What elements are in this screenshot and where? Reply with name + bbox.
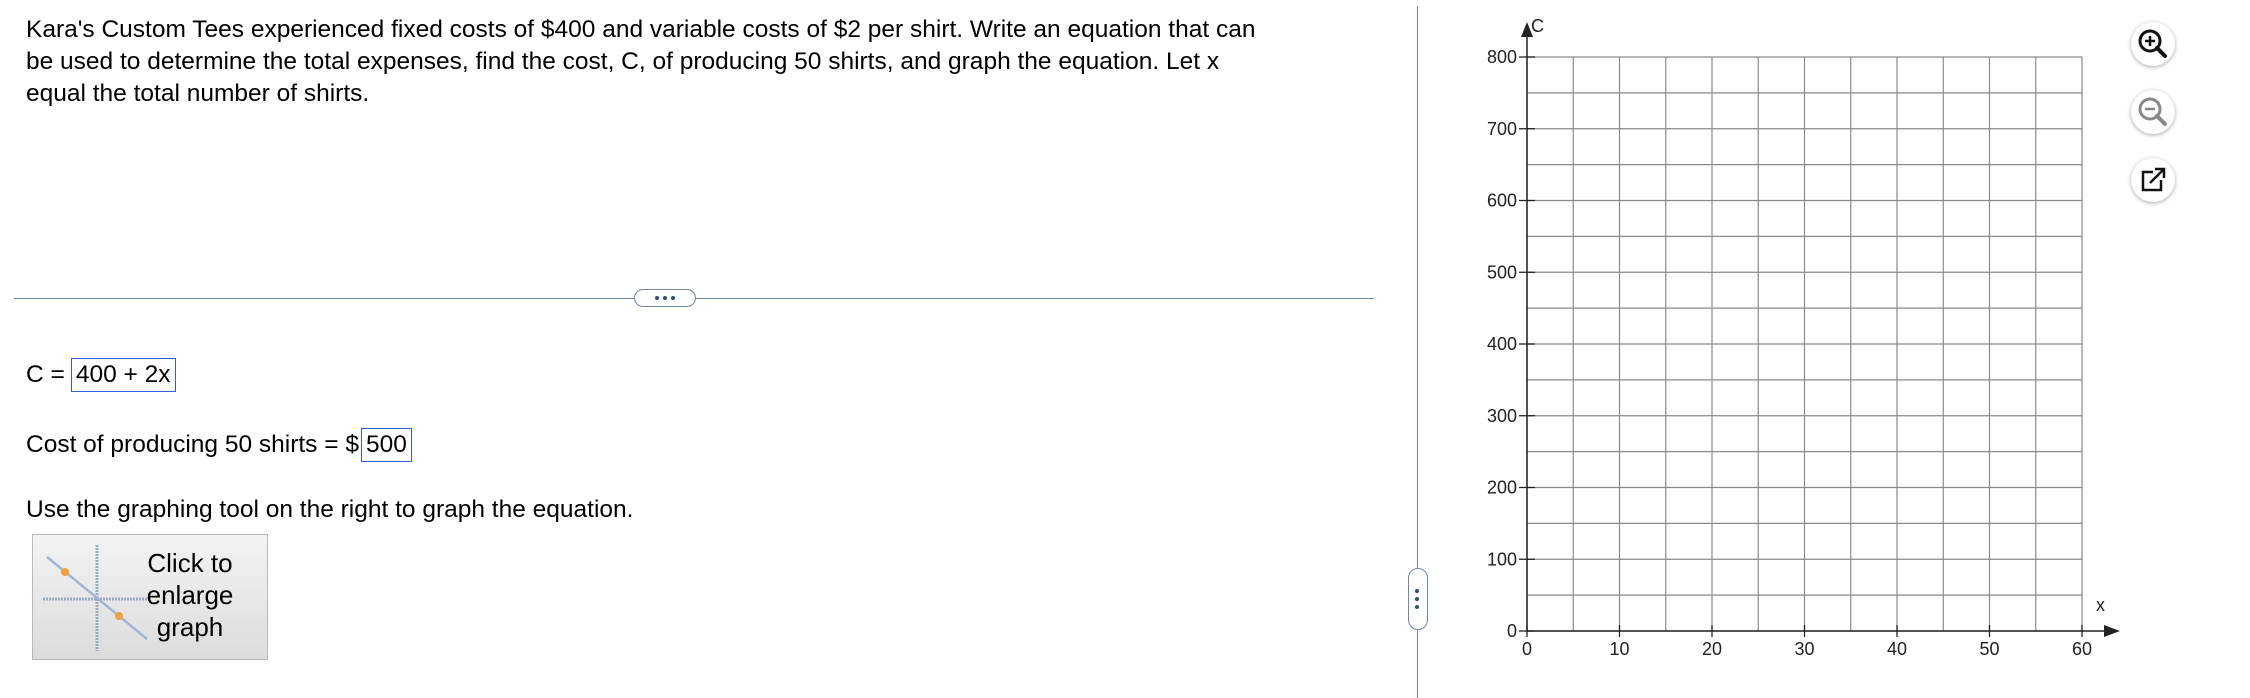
- y-tick-label: 700: [1487, 119, 1517, 139]
- zoom-in-button[interactable]: [2131, 22, 2175, 66]
- y-tick-label: 400: [1487, 334, 1517, 354]
- y-tick-label: 600: [1487, 191, 1517, 211]
- enlarge-label-line-1: Click to: [147, 548, 233, 578]
- x-axis-arrow: [2104, 625, 2120, 637]
- y-tick-label: 300: [1487, 406, 1517, 426]
- question-line-2: be used to determine the total expenses,…: [26, 48, 1220, 75]
- dot-icon: [671, 296, 675, 300]
- dot-icon: [1415, 597, 1419, 601]
- coordinate-graph[interactable]: xC0 10 20 30 40 50 600100200300400500600700800: [1440, 0, 2120, 698]
- zoom-in-icon: [2138, 29, 2167, 58]
- enlarge-label-line-2: enlarge: [146, 580, 234, 610]
- zoom-out-icon: [2138, 97, 2167, 126]
- y-tick-label: 500: [1487, 262, 1517, 282]
- cost-row: Cost of producing 50 shirts = $ 500: [26, 428, 412, 462]
- equation-row: C = 400 + 2x: [26, 358, 176, 392]
- x-tick-label: 40: [1887, 639, 1907, 659]
- y-tick-label: 100: [1487, 549, 1517, 569]
- dot-icon: [663, 296, 667, 300]
- question-line-1: Kara's Custom Tees experienced fixed cos…: [26, 16, 1256, 43]
- enlarge-graph-label: Click to enlarge graph: [147, 547, 317, 643]
- y-tick-label: 800: [1487, 47, 1517, 67]
- expand-question-handle[interactable]: [634, 289, 696, 307]
- equation-label: C =: [26, 361, 65, 388]
- question-text: Kara's Custom Tees experienced fixed cos…: [26, 14, 1366, 110]
- cost-answer-box[interactable]: 500: [360, 428, 412, 462]
- x-tick-label: 10: [1609, 639, 1629, 659]
- cost-label: Cost of producing 50 shirts = $: [26, 431, 359, 458]
- dot-icon: [1415, 605, 1419, 609]
- enlarge-graph-button[interactable]: Click to enlarge graph: [32, 534, 268, 660]
- zoom-out-button[interactable]: [2131, 90, 2175, 134]
- resize-panel-handle[interactable]: [1408, 568, 1428, 630]
- enlarge-label-line-3: graph: [156, 612, 224, 642]
- x-tick-label: 0: [1522, 639, 1532, 659]
- question-line-3: equal the total number of shirts.: [26, 80, 370, 107]
- x-tick-label: 50: [1979, 639, 1999, 659]
- graph-instruction: Use the graphing tool on the right to gr…: [26, 496, 634, 523]
- x-axis-label: x: [2096, 595, 2105, 615]
- dot-icon: [655, 296, 659, 300]
- y-tick-label: 200: [1487, 478, 1517, 498]
- dot-icon: [1415, 589, 1419, 593]
- x-tick-label: 20: [1702, 639, 1722, 659]
- equation-answer-box[interactable]: 400 + 2x: [70, 358, 176, 392]
- y-axis-label: C: [1531, 16, 1544, 36]
- y-tick-label: 0: [1507, 621, 1517, 641]
- external-link-icon: [2141, 166, 2167, 192]
- popout-button[interactable]: [2131, 158, 2175, 202]
- x-tick-label: 60: [2072, 639, 2092, 659]
- x-tick-label: 30: [1794, 639, 1814, 659]
